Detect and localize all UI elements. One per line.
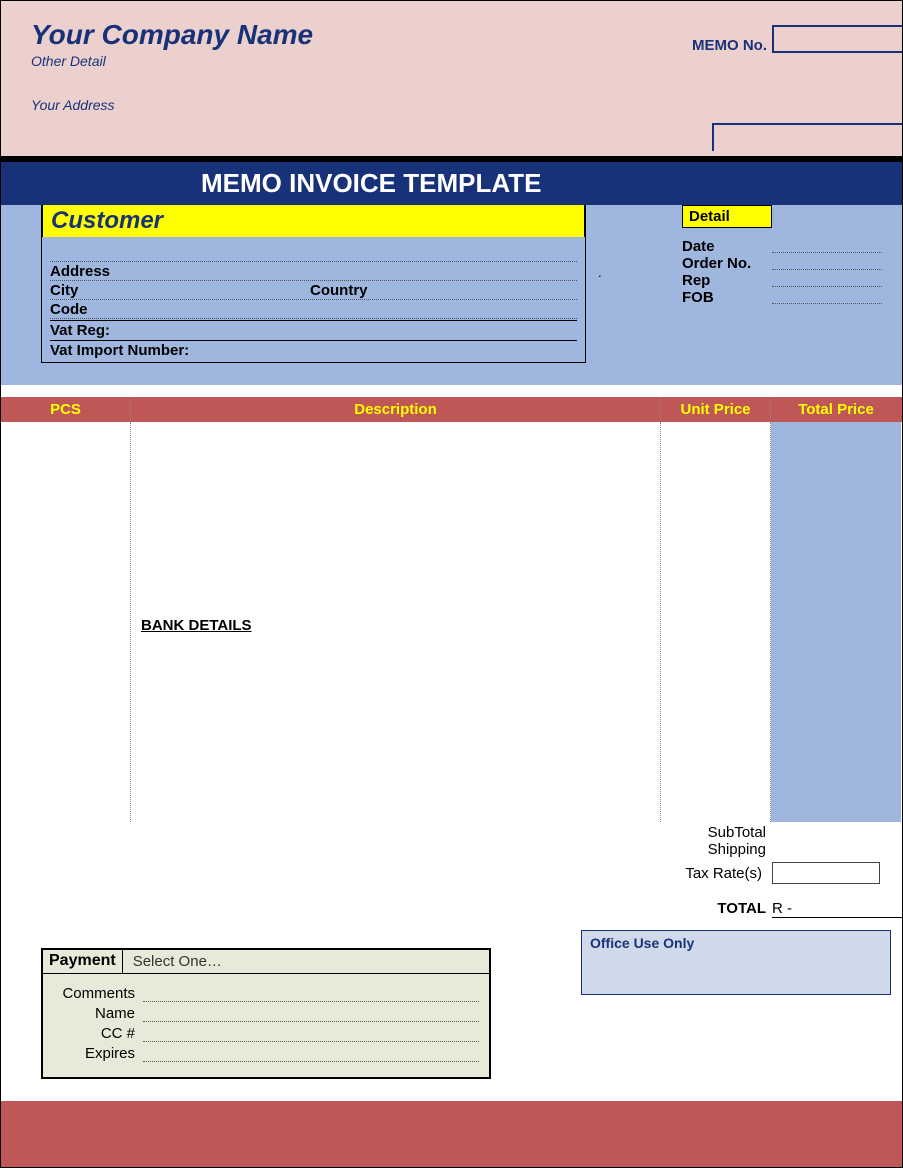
period-mark: . (598, 265, 602, 280)
customer-block: Customer Address City Country Code Vat Re… (41, 205, 586, 363)
payment-header-row: Payment Select One… (43, 950, 489, 974)
memo-secondary-box[interactable] (712, 123, 902, 151)
header-section: Your Company Name Other Detail Your Addr… (1, 1, 902, 156)
cc-row[interactable]: CC # (53, 1025, 479, 1042)
date-label: Date (682, 238, 772, 255)
items-header-row: PCS Description Unit Price Total Price (1, 397, 902, 422)
expires-label: Expires (53, 1045, 143, 1062)
shipping-value[interactable] (772, 841, 902, 858)
payment-box: Payment Select One… Comments Name CC # E… (41, 948, 491, 1079)
total-row: TOTALR - (571, 900, 902, 918)
customer-address-row[interactable]: Address (50, 263, 577, 281)
customer-code-row[interactable]: Code (50, 301, 577, 319)
info-section: Customer Address City Country Code Vat Re… (1, 205, 902, 385)
shipping-row: Shipping (571, 841, 902, 858)
memo-no-label: MEMO No. (692, 37, 767, 54)
customer-header: Customer (42, 205, 585, 237)
detail-body: Date Order No. Rep FOB (682, 238, 882, 306)
office-use-box[interactable]: Office Use Only (581, 930, 891, 995)
expires-row[interactable]: Expires (53, 1045, 479, 1062)
rep-label: Rep (682, 272, 772, 289)
unit-price-column[interactable] (661, 422, 771, 822)
invoice-template: Your Company Name Other Detail Your Addr… (0, 0, 903, 1168)
summary-right: SubTotal Shipping Tax Rate(s) TOTALR - (571, 822, 902, 918)
total-label: TOTAL (571, 900, 772, 918)
subtotal-row: SubTotal (571, 824, 902, 841)
detail-fob-row[interactable]: FOB (682, 289, 882, 306)
country-label: Country (310, 282, 390, 299)
comments-label: Comments (53, 985, 143, 1002)
detail-order-row[interactable]: Order No. (682, 255, 882, 272)
shipping-label: Shipping (571, 841, 772, 858)
comments-row[interactable]: Comments (53, 985, 479, 1002)
col-description-header: Description (131, 397, 661, 422)
subtotal-label: SubTotal (571, 824, 772, 841)
payment-select[interactable]: Select One… (123, 950, 489, 973)
memo-no-input[interactable] (772, 25, 902, 53)
name-label: Name (53, 1005, 143, 1022)
col-total-price-header: Total Price (771, 397, 901, 422)
bank-details-label: BANK DETAILS (141, 617, 252, 634)
fob-label: FOB (682, 289, 772, 306)
gap (1, 385, 902, 397)
bottom-area: Payment Select One… Comments Name CC # E… (1, 918, 902, 1097)
footer-bar (1, 1097, 902, 1167)
vat-reg-row[interactable]: Vat Reg: (50, 320, 577, 340)
subtotal-value[interactable] (772, 824, 902, 841)
cc-label: CC # (53, 1025, 143, 1042)
total-price-column[interactable] (771, 422, 901, 822)
description-column[interactable]: BANK DETAILS (131, 422, 661, 822)
code-label: Code (50, 301, 140, 318)
detail-block: Detail Date Order No. Rep FOB (682, 205, 882, 306)
customer-blank-row[interactable] (50, 244, 577, 262)
detail-rep-row[interactable]: Rep (682, 272, 882, 289)
col-pcs-header: PCS (1, 397, 131, 422)
summary-section: SubTotal Shipping Tax Rate(s) TOTALR - (1, 822, 902, 918)
order-no-label: Order No. (682, 255, 772, 272)
payment-title: Payment (43, 950, 123, 973)
tax-rate-input[interactable] (772, 862, 880, 884)
city-label: City (50, 282, 140, 299)
document-title: MEMO INVOICE TEMPLATE (1, 162, 902, 205)
your-address[interactable]: Your Address (31, 97, 872, 113)
other-detail[interactable]: Other Detail (31, 53, 872, 69)
pcs-column[interactable] (1, 422, 131, 822)
name-row[interactable]: Name (53, 1005, 479, 1022)
total-value: R - (772, 900, 902, 918)
col-unit-price-header: Unit Price (661, 397, 771, 422)
detail-date-row[interactable]: Date (682, 238, 882, 255)
customer-body: Address City Country Code Vat Reg: Vat Im… (42, 237, 585, 362)
tax-rate-row: Tax Rate(s) (571, 862, 902, 884)
detail-header: Detail (682, 205, 772, 228)
address-label: Address (50, 263, 140, 280)
payment-body: Comments Name CC # Expires (43, 974, 489, 1077)
customer-city-row[interactable]: City Country (50, 282, 577, 300)
items-body: BANK DETAILS (1, 422, 902, 822)
tax-rate-label: Tax Rate(s) (571, 865, 772, 882)
vat-import-row[interactable]: Vat Import Number: (50, 340, 577, 360)
